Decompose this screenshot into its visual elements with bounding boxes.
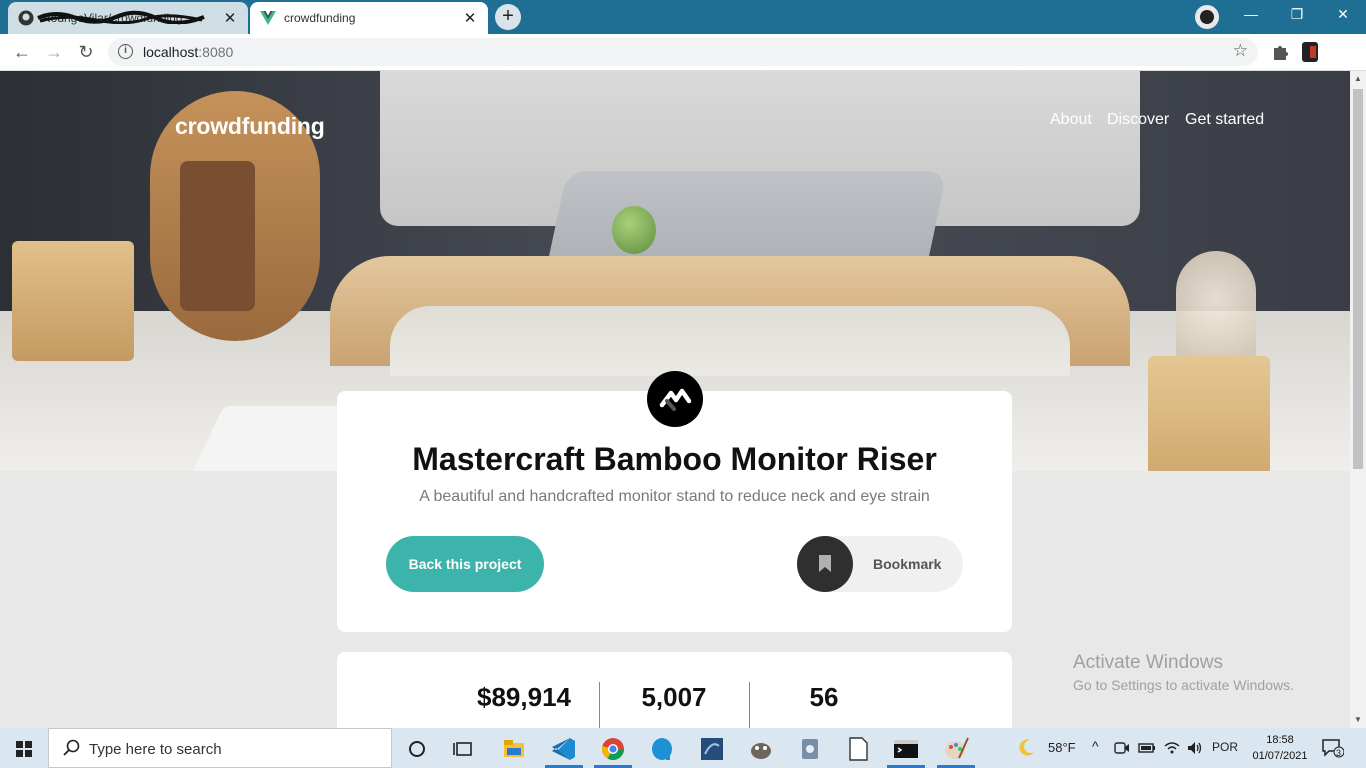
chrome-icon[interactable]: [598, 734, 628, 764]
browser-tabstrip: RodrigoVilar/crowdfunding ✕ crowdfunding…: [0, 0, 1366, 34]
tab-crowdfunding[interactable]: crowdfunding ✕: [250, 2, 488, 34]
url-text: localhost:8080: [143, 44, 234, 60]
browser-toolbar: ← → ↻ i localhost:8080 ☆: [0, 34, 1366, 71]
volume-icon[interactable]: [1186, 739, 1204, 757]
bookmark-icon: [797, 536, 853, 592]
paint-icon[interactable]: [941, 734, 971, 764]
windows-start-icon[interactable]: [0, 728, 48, 768]
app-utility-icon[interactable]: [795, 734, 825, 764]
clock-time: 18:58: [1266, 734, 1294, 746]
postgres-elephant-icon[interactable]: [647, 734, 677, 764]
address-bar[interactable]: i localhost:8080 ☆: [108, 38, 1258, 66]
forward-arrow-icon[interactable]: →: [42, 40, 66, 64]
scroll-up-icon[interactable]: ▲: [1350, 71, 1366, 87]
github-icon: [18, 10, 34, 26]
wifi-icon[interactable]: [1163, 739, 1181, 757]
close-icon[interactable]: ✕: [462, 9, 478, 27]
tab-github[interactable]: RodrigoVilar/crowdfunding ✕: [8, 2, 248, 34]
nav-about[interactable]: About: [1050, 111, 1092, 129]
project-title: Mastercraft Bamboo Monitor Riser: [412, 441, 937, 477]
meet-now-icon[interactable]: [1113, 739, 1131, 757]
back-arrow-icon[interactable]: ←: [10, 40, 34, 64]
vue-icon: [260, 11, 276, 25]
search-placeholder: Type here to search: [89, 741, 222, 758]
gimp-icon[interactable]: [746, 734, 776, 764]
battery-icon[interactable]: [1138, 739, 1156, 757]
page-viewport: crowdfunding About Discover Get started …: [0, 71, 1350, 728]
project-card: Mastercraft Bamboo Monitor Riser A beaut…: [337, 371, 1012, 632]
weather-moon-icon[interactable]: [1014, 736, 1038, 760]
activate-windows-hint: Go to Settings to activate Windows.: [1073, 677, 1294, 693]
back-project-button[interactable]: Back this project: [386, 536, 544, 592]
stats-card: $89,914 5,007 56: [337, 652, 1012, 728]
weather-temperature[interactable]: 58°F: [1048, 740, 1076, 755]
stat-days-left: 56: [809, 682, 839, 712]
restore-button[interactable]: ❐: [1274, 0, 1320, 30]
tab-title: crowdfunding: [284, 11, 356, 25]
info-icon[interactable]: i: [118, 44, 133, 59]
nav-get-started[interactable]: Get started: [1185, 111, 1264, 129]
terminal-icon[interactable]: [891, 734, 921, 764]
bookmark-star-icon[interactable]: ☆: [1233, 41, 1248, 61]
notepad-icon[interactable]: [843, 734, 873, 764]
minimize-button[interactable]: —: [1228, 0, 1274, 30]
nav-discover[interactable]: Discover: [1107, 111, 1169, 129]
notification-count: 3: [1336, 748, 1342, 758]
site-logo[interactable]: crowdfunding: [175, 113, 325, 140]
taskbar-clock[interactable]: 18:58 01/07/2021: [1250, 732, 1310, 764]
close-icon[interactable]: ✕: [222, 9, 238, 27]
vscode-icon[interactable]: [549, 734, 579, 764]
cortana-icon[interactable]: [402, 734, 432, 764]
redaction-scribble: [37, 10, 205, 24]
mastercraft-logo-icon: [647, 371, 703, 427]
taskbar-search-input[interactable]: Type here to search: [48, 728, 392, 768]
stat-backed-amount: $89,914: [477, 682, 571, 712]
task-view-icon[interactable]: [449, 734, 479, 764]
close-window-button[interactable]: ✕: [1320, 0, 1366, 30]
bookmark-button[interactable]: Bookmark: [797, 536, 963, 592]
project-subtitle: A beautiful and handcrafted monitor stan…: [419, 488, 930, 505]
bookmark-label: Bookmark: [873, 556, 942, 572]
windows-taskbar: Type here to search 58°F ^ POR 18:58 01/…: [0, 728, 1366, 768]
extensions-puzzle-icon[interactable]: [1270, 42, 1290, 62]
language-indicator[interactable]: POR: [1212, 740, 1238, 754]
chrome-profile-icon[interactable]: [1195, 5, 1219, 29]
sql-tool-icon[interactable]: [697, 734, 727, 764]
file-explorer-icon[interactable]: [499, 734, 529, 764]
extension-avatar-icon[interactable]: [1298, 40, 1322, 64]
tray-chevron-up-icon[interactable]: ^: [1092, 738, 1099, 754]
search-icon: [63, 739, 80, 756]
new-tab-button[interactable]: +: [495, 4, 521, 30]
scroll-down-icon[interactable]: ▼: [1350, 712, 1366, 728]
stat-total-backers: 5,007: [641, 682, 707, 712]
activate-windows-title: Activate Windows: [1073, 652, 1223, 673]
scroll-thumb[interactable]: [1353, 89, 1363, 469]
clock-date: 01/07/2021: [1252, 750, 1308, 762]
reload-icon[interactable]: ↻: [74, 40, 98, 64]
page-scrollbar[interactable]: ▲ ▼: [1350, 71, 1366, 728]
